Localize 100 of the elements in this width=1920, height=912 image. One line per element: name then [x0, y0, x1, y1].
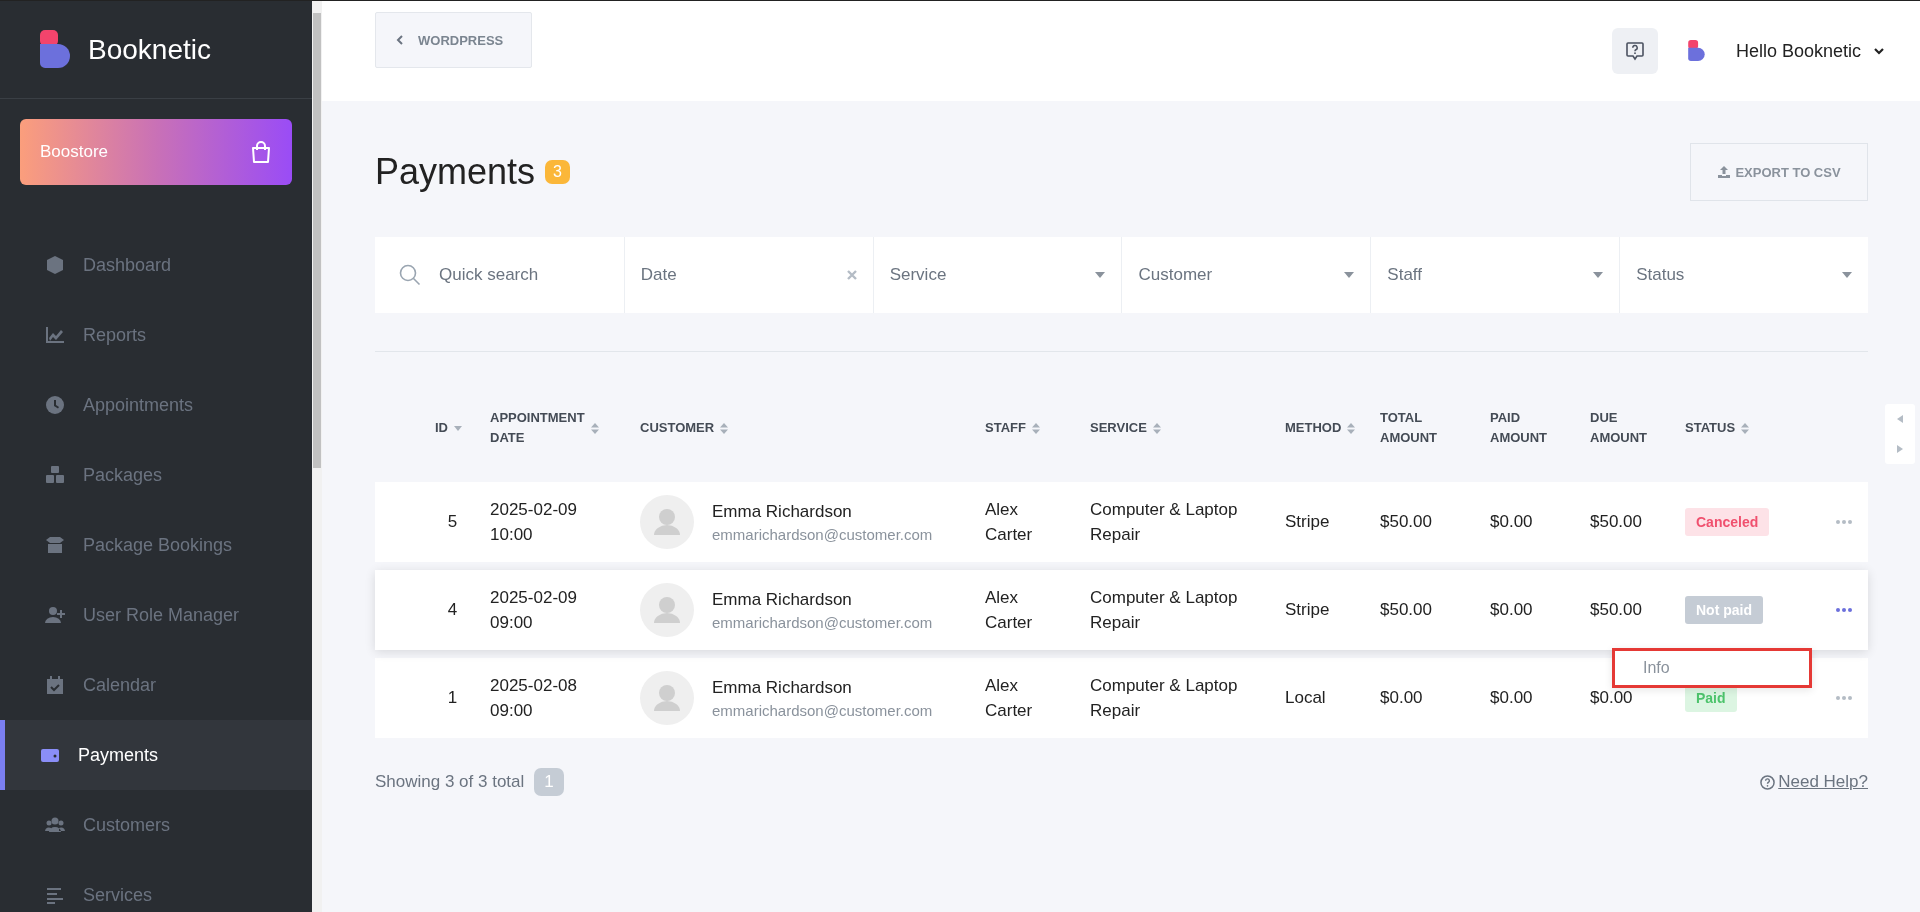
search-icon — [399, 264, 421, 286]
upload-icon — [1717, 165, 1732, 179]
caret-icon — [1873, 47, 1885, 55]
date-field[interactable]: Date — [623, 237, 873, 313]
dropdown-caret-icon — [1593, 272, 1604, 278]
more-icon — [1836, 608, 1852, 612]
sort-icon — [1347, 422, 1356, 434]
sort-icon — [590, 422, 599, 434]
logo-icon — [40, 29, 72, 70]
column-header[interactable]: ID — [435, 418, 448, 438]
customer-name: Emma Richardson — [712, 589, 853, 610]
cube-icon — [45, 255, 65, 275]
scrollbar[interactable] — [312, 1, 322, 912]
dropdown-caret-icon — [1842, 272, 1852, 278]
question-icon — [1760, 774, 1776, 790]
select-field[interactable]: Staff — [1370, 237, 1620, 313]
table-cell: Local — [1285, 688, 1326, 708]
sort-desc-icon — [454, 425, 462, 431]
column-header[interactable]: METHOD — [1285, 418, 1342, 438]
sort-icon — [1152, 422, 1161, 434]
table-cell: Stripe — [1285, 512, 1330, 532]
table-cell: 4 — [447, 600, 458, 620]
clear-icon[interactable] — [846, 270, 857, 280]
column-header[interactable]: SERVICE — [1090, 418, 1147, 438]
sidebar-item[interactable]: Package Bookings — [0, 510, 312, 580]
select-field[interactable]: Customer — [1121, 237, 1371, 313]
shopping-bag-icon — [250, 140, 272, 164]
page-title: Payments — [375, 151, 536, 193]
customer-email: emmarichardson@customer.com — [712, 525, 933, 543]
more-icon — [1836, 520, 1852, 524]
sort-icon — [1741, 422, 1750, 434]
dropdown-caret-icon — [1095, 272, 1106, 278]
sort-icon — [720, 422, 729, 434]
column-header[interactable]: APPOINTMENT DATE — [490, 408, 585, 448]
sidebar-item[interactable]: Calendar — [0, 650, 312, 720]
customer-name: Emma Richardson — [712, 677, 853, 698]
sidebar-item[interactable]: Appointments — [0, 370, 312, 440]
sidebar-item[interactable]: Customers — [0, 790, 312, 860]
avatar-icon — [640, 671, 694, 725]
clock-icon — [45, 395, 65, 415]
table-scroll-buttons[interactable] — [1885, 404, 1915, 464]
customer-email: emmarichardson@customer.com — [712, 613, 933, 631]
help-button[interactable] — [1611, 28, 1658, 74]
avatar-logo-icon — [1687, 40, 1706, 62]
table-row[interactable]: 4 2025-02-09 09:00 Emma Richardson emmarichardson@customer.com Alex Carter Computer & Laptop Repair Stripe $50.00 $0.00 $50.00 Not paid — [375, 570, 1868, 650]
table-cell-text: 2025-02-09 10:00 — [490, 499, 577, 546]
chevron-left-icon — [396, 35, 404, 45]
question-bubble-icon — [1624, 41, 1645, 61]
table-cell-text: Alex Carter — [985, 499, 1034, 546]
table-cell-text: Alex Carter — [985, 675, 1034, 722]
table-cell: Stripe — [1285, 600, 1330, 620]
export-button[interactable]: EXPORT TO CSV — [1690, 143, 1868, 201]
user-menu[interactable]: Hello Booknetic — [1735, 40, 1885, 62]
table-cell-text: 2025-02-09 09:00 — [490, 587, 577, 634]
boxes-icon — [45, 465, 65, 485]
table-cell: 1 — [447, 688, 458, 708]
column-header[interactable]: STATUS — [1685, 418, 1736, 438]
brand-name: Booknetic — [88, 33, 211, 66]
table-cell: $0.00 — [1380, 688, 1423, 708]
select-field[interactable]: Service — [872, 237, 1122, 313]
sidebar-item[interactable]: Payments — [0, 720, 312, 790]
menu-item[interactable]: Info — [1612, 648, 1812, 688]
user-plus-icon — [45, 605, 65, 625]
dropdown-caret-icon — [1344, 272, 1355, 278]
table-cell: $0.00 — [1590, 688, 1633, 708]
sort-icon — [1031, 422, 1040, 434]
column-header: PAID AMOUNT — [1490, 409, 1548, 447]
select-field[interactable]: Status — [1619, 237, 1868, 313]
calendar-icon — [45, 675, 65, 695]
column-header[interactable]: STAFF — [985, 418, 1026, 438]
table-cell: $50.00 — [1590, 600, 1642, 620]
back-button[interactable]: WORDPRESS — [375, 12, 532, 68]
table-cell: $0.00 — [1490, 688, 1533, 708]
table-cell-text: 2025-02-08 09:00 — [490, 675, 577, 722]
column-header[interactable]: CUSTOMER — [640, 418, 715, 438]
table-cell: $0.00 — [1490, 600, 1533, 620]
status-badge: Canceled — [1685, 508, 1770, 536]
table-cell-text: Computer & Laptop Repair — [1090, 675, 1239, 722]
table-cell: $50.00 — [1590, 512, 1642, 532]
avatar-icon — [640, 495, 694, 549]
search-field[interactable]: Quick search — [375, 237, 624, 313]
table-cell: $0.00 — [1490, 512, 1533, 532]
table-cell-text: Computer & Laptop Repair — [1090, 587, 1239, 634]
open-box-icon — [45, 535, 65, 555]
count-badge: 3 — [545, 160, 570, 184]
help-link[interactable]: Need Help? — [1760, 772, 1868, 792]
sidebar-item[interactable]: Packages — [0, 440, 312, 510]
chart-icon — [45, 325, 65, 345]
table-row[interactable]: 5 2025-02-09 10:00 Emma Richardson emmarichardson@customer.com Alex Carter Computer & Laptop Repair Stripe $50.00 $0.00 $50.00 Canceled — [375, 482, 1868, 562]
users-icon — [45, 815, 65, 835]
table-cell: $50.00 — [1380, 512, 1432, 532]
column-header: TOTAL AMOUNT — [1380, 409, 1438, 447]
list-icon — [45, 885, 65, 905]
avatar-icon — [640, 583, 694, 637]
customer-name: Emma Richardson — [712, 501, 853, 522]
sidebar-item[interactable]: Services — [0, 860, 312, 912]
sidebar-item[interactable]: User Role Manager — [0, 580, 312, 650]
sidebar-item[interactable]: Reports — [0, 300, 312, 370]
sidebar-item[interactable]: Dashboard — [0, 230, 312, 300]
customer-email: emmarichardson@customer.com — [712, 701, 933, 719]
